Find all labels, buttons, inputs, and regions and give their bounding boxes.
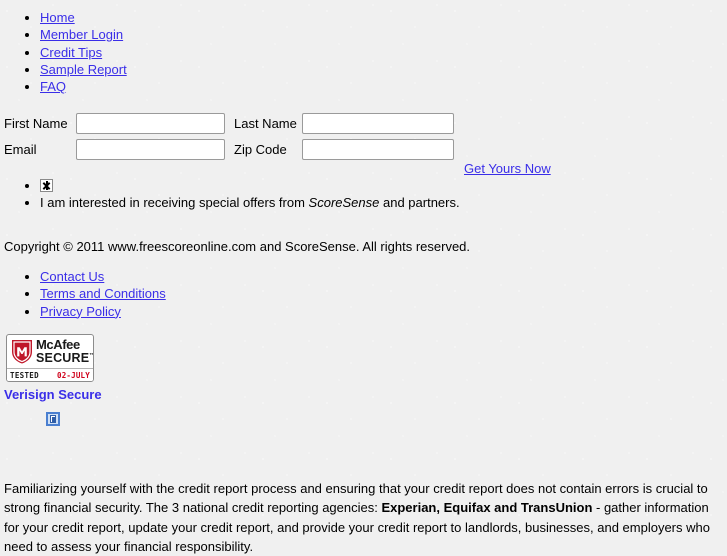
mcafee-brand-line-2: SECURE™ xyxy=(36,351,93,366)
footer-link-terms-and-conditions[interactable]: Terms and Conditions xyxy=(40,286,166,301)
copyright-text: Copyright © 2011 www.freescoreonline.com… xyxy=(4,239,471,254)
list-item: I am interested in receiving special off… xyxy=(40,194,460,211)
first-name-label: First Name xyxy=(4,116,68,131)
list-item: Sample Report xyxy=(40,61,127,78)
last-name-input[interactable] xyxy=(302,113,454,134)
footer-link-contact-us[interactable]: Contact Us xyxy=(40,269,104,284)
offers-text-after: and partners. xyxy=(379,195,460,210)
nav-link-sample-report[interactable]: Sample Report xyxy=(40,62,127,77)
first-name-input[interactable] xyxy=(76,113,225,134)
get-yours-now-link[interactable]: Get Yours Now xyxy=(464,161,551,176)
list-item: Home xyxy=(40,9,127,26)
list-item: FAQ xyxy=(40,78,127,95)
verisign-secure-link[interactable]: Verisign Secure xyxy=(4,387,102,402)
zip-code-input[interactable] xyxy=(302,139,454,160)
mcafee-brand-line-1: McAfee xyxy=(36,337,80,353)
list-item: Privacy Policy xyxy=(40,303,166,320)
nav-link-home[interactable]: Home xyxy=(40,10,75,25)
trademark-symbol: ™ xyxy=(89,353,93,359)
mcafee-tested-date: 02-JULY xyxy=(56,370,90,380)
mcafee-badge-bottom: TESTED 02-JULY xyxy=(7,368,93,381)
credit-report-info-paragraph: Familiarizing yourself with the credit r… xyxy=(4,479,723,556)
credit-bureaus-names: Experian, Equifax and TransUnion xyxy=(381,500,593,516)
offers-text-before: I am interested in receiving special off… xyxy=(40,195,309,210)
shield-icon xyxy=(11,339,33,364)
list-item xyxy=(40,177,460,194)
nav-link-credit-tips[interactable]: Credit Tips xyxy=(40,45,102,60)
offers-optin-text: I am interested in receiving special off… xyxy=(40,195,460,210)
offers-optin-list: I am interested in receiving special off… xyxy=(0,177,460,211)
broken-image-inner-fill xyxy=(52,417,56,422)
broken-image-icon[interactable] xyxy=(40,179,53,192)
mcafee-wordmark: McAfee SECURE™ xyxy=(36,337,93,366)
last-name-label: Last Name xyxy=(234,116,297,131)
mcafee-secure-word: SECURE xyxy=(36,351,90,366)
mcafee-badge-top: McAfee SECURE™ xyxy=(7,335,93,368)
list-item: Contact Us xyxy=(40,268,166,285)
email-label: Email xyxy=(4,142,37,157)
top-navigation-list: Home Member Login Credit Tips Sample Rep… xyxy=(0,9,127,95)
zip-code-label: Zip Code xyxy=(234,142,287,157)
mcafee-secure-badge[interactable]: McAfee SECURE™ TESTED 02-JULY xyxy=(6,334,94,382)
nav-link-member-login[interactable]: Member Login xyxy=(40,27,123,42)
nav-link-faq[interactable]: FAQ xyxy=(40,79,66,94)
broken-image-icon[interactable] xyxy=(46,412,60,426)
footer-links-list: Contact Us Terms and Conditions Privacy … xyxy=(0,268,166,320)
list-item: Member Login xyxy=(40,26,127,43)
email-input[interactable] xyxy=(76,139,225,160)
offers-brand-name: ScoreSense xyxy=(308,195,380,210)
list-item: Terms and Conditions xyxy=(40,285,166,302)
mcafee-tested-label: TESTED xyxy=(10,370,39,380)
list-item: Credit Tips xyxy=(40,44,127,61)
footer-link-privacy-policy[interactable]: Privacy Policy xyxy=(40,304,121,319)
